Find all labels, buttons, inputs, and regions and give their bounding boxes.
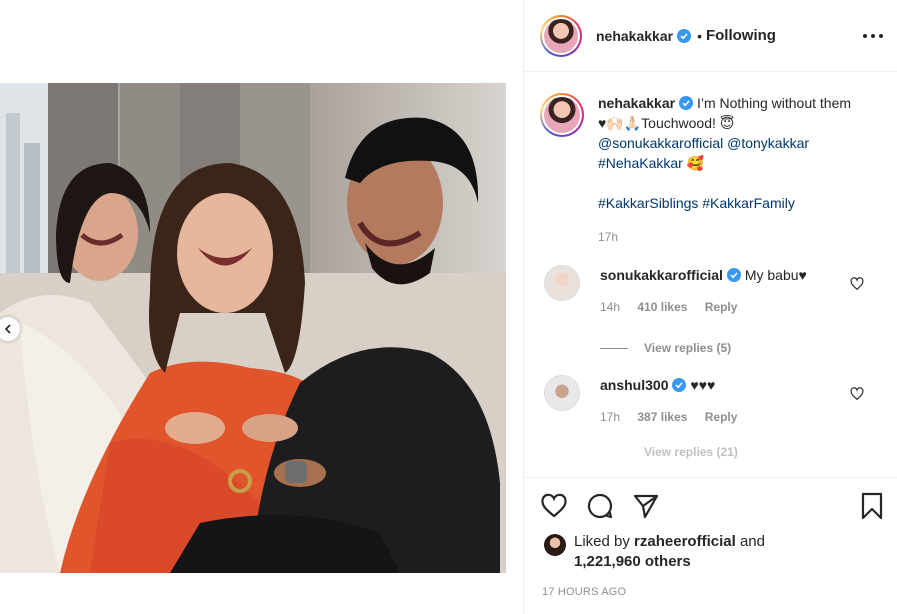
liked-by-section: Liked by rzaheerofficial and 1,221,960 o… (544, 532, 897, 572)
view-replies-button[interactable]: View replies (21) (600, 445, 882, 459)
reply-button[interactable]: Reply (705, 300, 738, 314)
hashtag-link[interactable]: #NehaKakkar 🥰 (598, 155, 704, 171)
commenter-avatar[interactable] (544, 375, 580, 411)
post-photo-illustration (0, 83, 506, 573)
comment-icon[interactable] (586, 492, 614, 520)
comment-text: ♥♥♥ (690, 377, 716, 393)
hashtag-links[interactable]: #KakkarSiblings #KakkarFamily (598, 193, 858, 213)
heart-icon[interactable] (850, 387, 864, 401)
caption-username[interactable]: nehakakkar (598, 95, 675, 111)
commenter-avatar[interactable] (544, 265, 580, 301)
post-side-panel: nehakakkar • Following nehakakkar I’m No… (523, 0, 897, 614)
post-actions: Liked by rzaheerofficial and 1,221,960 o… (524, 477, 897, 614)
view-replies-label: View replies (5) (644, 341, 732, 355)
commenter-username[interactable]: sonukakkarofficial (600, 267, 723, 283)
chevron-left-icon (4, 324, 11, 334)
more-options-button[interactable] (863, 30, 883, 42)
bookmark-icon[interactable] (858, 492, 886, 520)
following-button[interactable]: Following (706, 27, 776, 44)
comment-item: anshul300 ♥♥♥ 17h 387 likes Reply (540, 375, 882, 427)
more-icon (863, 34, 867, 38)
verified-icon (677, 28, 692, 43)
view-replies-label: View replies (21) (644, 445, 738, 459)
comment-time: 17h (600, 410, 621, 424)
heart-icon[interactable] (540, 492, 568, 520)
caption-time: 17h (598, 230, 619, 244)
reply-button[interactable]: Reply (705, 410, 738, 424)
comment-item: sonukakkarofficial My babu♥ 14h 410 like… (540, 265, 882, 317)
comments-section[interactable]: nehakakkar I’m Nothing without them ♥🙌🏻🙏… (524, 73, 897, 477)
mention-link[interactable]: @tonykakkar (727, 135, 809, 151)
commenter-username[interactable]: anshul300 (600, 377, 668, 393)
liked-by-count[interactable]: 1,221,960 others (574, 553, 691, 570)
post-header: nehakakkar • Following (524, 0, 897, 72)
verified-icon (679, 96, 694, 110)
view-replies-button[interactable]: View replies (5) (600, 341, 882, 355)
author-avatar[interactable] (540, 14, 582, 57)
heart-icon[interactable] (850, 277, 864, 291)
author-username[interactable]: nehakakkar (596, 28, 673, 44)
liked-by-user[interactable]: rzaheerofficial (634, 533, 736, 550)
verified-icon (726, 268, 741, 282)
caption-author-avatar[interactable] (540, 93, 584, 137)
liker-avatar[interactable] (544, 534, 566, 556)
post-caption: nehakakkar I’m Nothing without them ♥🙌🏻🙏… (540, 93, 882, 247)
comment-likes[interactable]: 387 likes (637, 410, 687, 424)
separator-dot: • (697, 27, 702, 44)
post-photo[interactable] (0, 83, 506, 573)
mention-link[interactable]: @sonukakkarofficial (598, 135, 723, 151)
liked-by-prefix: Liked by (574, 533, 630, 550)
post-media-area (0, 0, 523, 614)
comment-text: My babu♥ (744, 267, 807, 283)
post-timestamp[interactable]: 17 HOURS AGO (542, 586, 897, 598)
share-icon[interactable] (632, 492, 660, 520)
liked-by-and: and (739, 533, 765, 550)
comment-time: 14h (600, 300, 621, 314)
comment-likes[interactable]: 410 likes (637, 300, 687, 314)
verified-icon (672, 378, 687, 392)
